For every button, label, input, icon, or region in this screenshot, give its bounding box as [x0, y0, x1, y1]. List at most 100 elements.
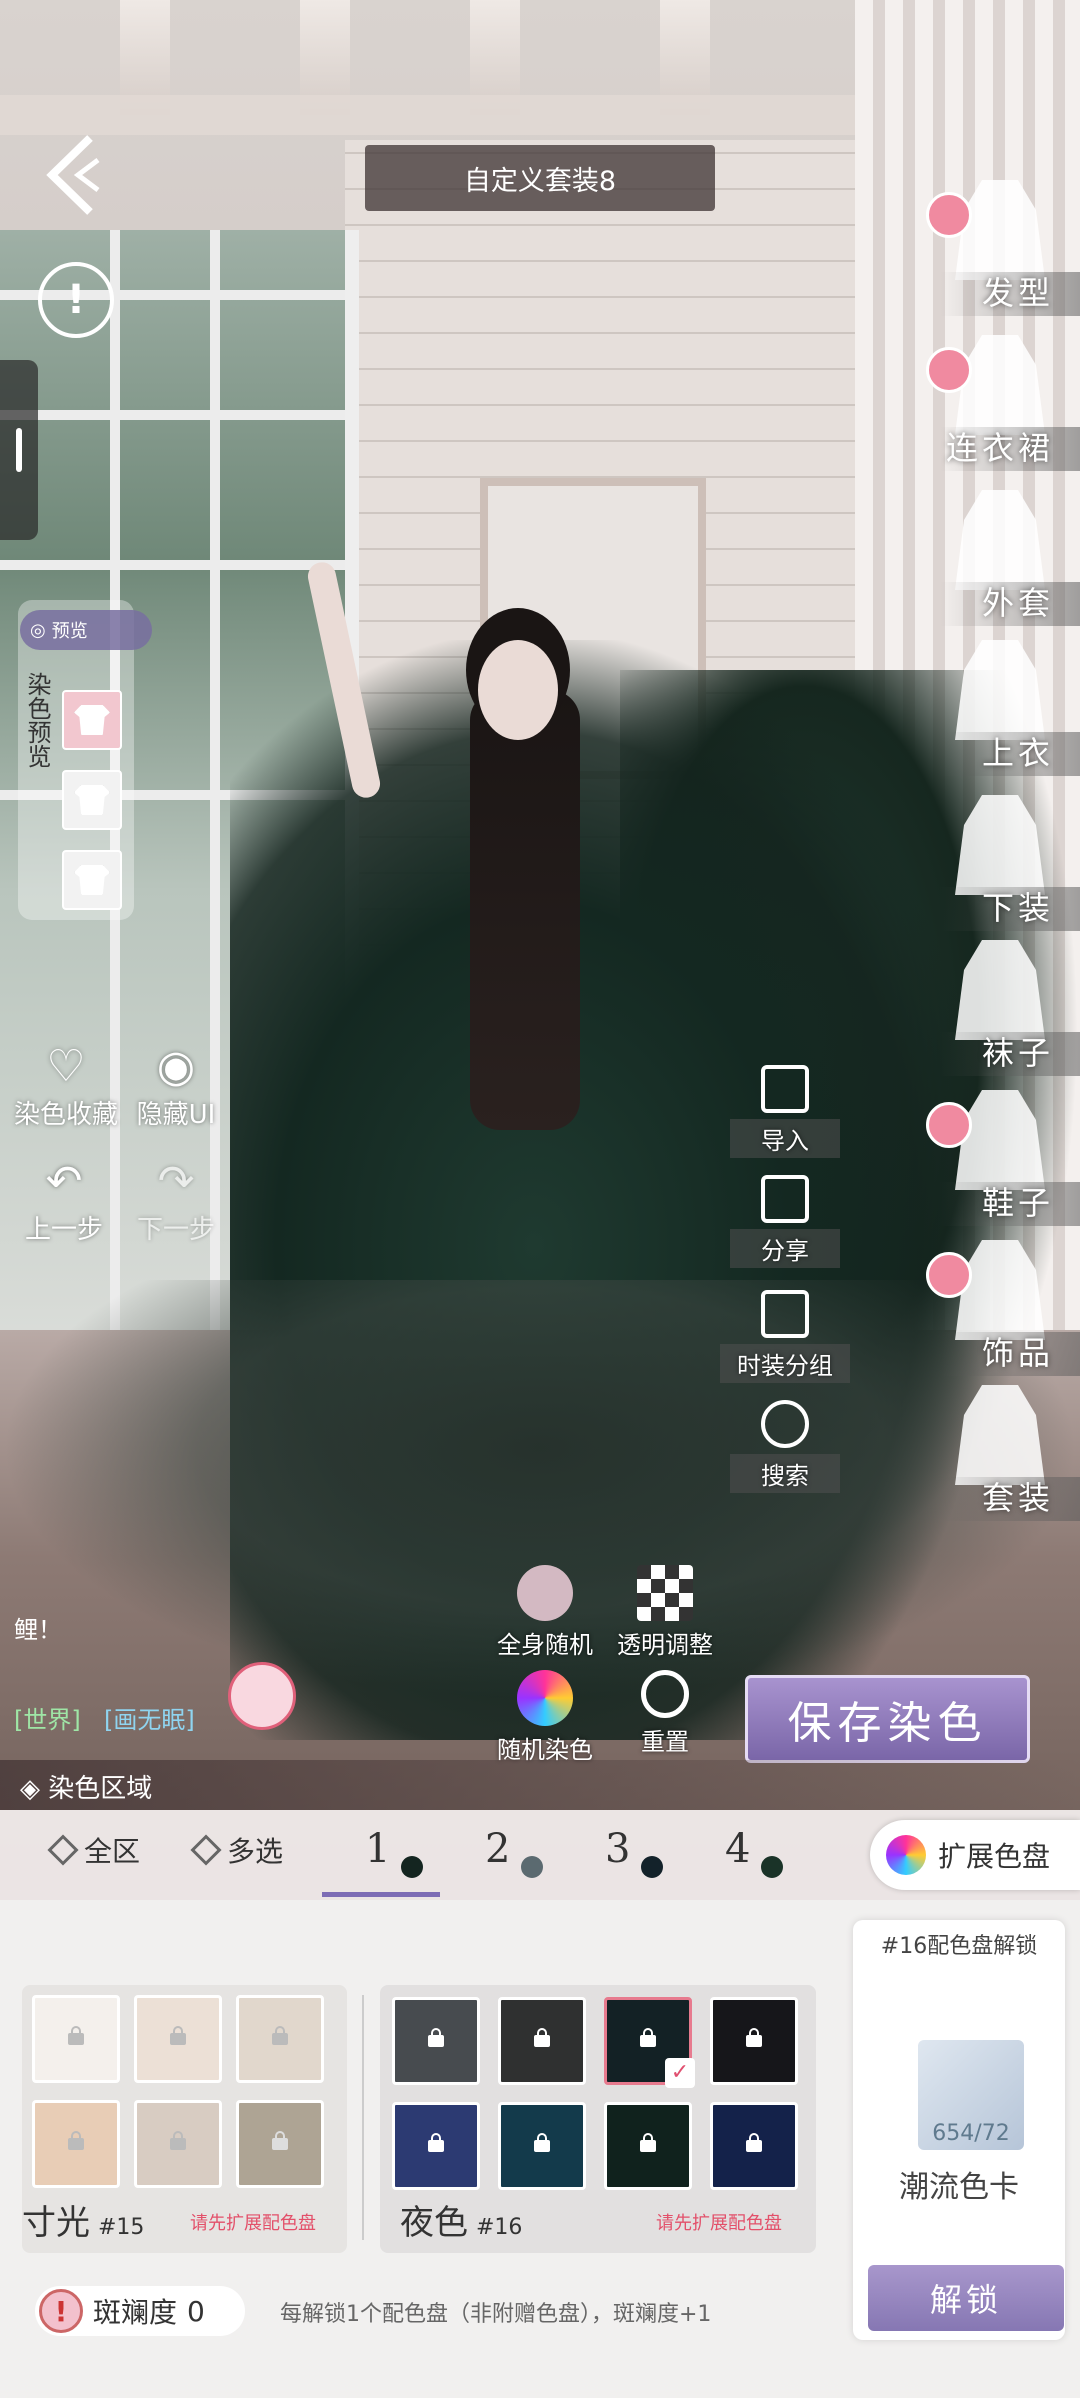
- back-arrow-icon: [46, 135, 100, 215]
- tab-multi-select[interactable]: 多选: [190, 1830, 283, 1870]
- outfit-icon: [955, 1385, 1045, 1485]
- hide-ui-button[interactable]: ◉ 隐藏UI: [106, 1040, 246, 1131]
- color-swatch[interactable]: [498, 1997, 586, 2085]
- category-label: 上衣: [981, 734, 1054, 772]
- color-swatch[interactable]: [710, 1997, 798, 2085]
- socks-icon: [955, 940, 1045, 1040]
- lock-icon: [68, 2131, 84, 2150]
- category-coat[interactable]: 外套: [930, 490, 1080, 630]
- color-swatch-selected[interactable]: ✓: [604, 1997, 695, 2088]
- palette-yese: ✓ 夜色 #16 请先扩展配色盘: [380, 1985, 816, 2253]
- tab-all-area[interactable]: 全区: [47, 1830, 140, 1870]
- lock-icon: [170, 2131, 186, 2150]
- unlock-item-name: 潮流色卡: [899, 2170, 1019, 2205]
- chat-channel[interactable]: [世界]: [14, 1700, 81, 1735]
- tab-area-3[interactable]: 3: [605, 1826, 665, 1882]
- mascot-avatar[interactable]: [228, 1662, 296, 1730]
- character-head: [478, 640, 558, 740]
- import-button[interactable]: 导入: [730, 1065, 840, 1158]
- color-swatch[interactable]: [392, 1997, 480, 2085]
- unlock-card-title: #16配色盘解锁: [880, 1934, 1038, 1959]
- palette-locked-note: 请先扩展配色盘: [190, 2213, 316, 2234]
- category-accessories[interactable]: 饰品: [926, 1240, 1080, 1380]
- color-swatch[interactable]: [32, 2100, 120, 2188]
- share-button[interactable]: 分享: [730, 1175, 840, 1268]
- color-swatch[interactable]: [604, 2102, 692, 2190]
- hair-icon: [955, 180, 1045, 280]
- search-icon: [761, 1400, 809, 1448]
- save-dye-button[interactable]: 保存染色: [745, 1675, 1030, 1763]
- outfit-group-button[interactable]: 时装分组: [720, 1290, 850, 1383]
- diamond-icon: [47, 1834, 79, 1866]
- lock-icon: [68, 2026, 84, 2045]
- area-color-dot: [641, 1856, 663, 1878]
- pin-badge: [926, 347, 972, 393]
- exclamation-icon: !: [66, 277, 86, 323]
- share-icon: [761, 1175, 809, 1223]
- category-outfit[interactable]: 套装: [930, 1385, 1080, 1525]
- dye-slot-2[interactable]: [62, 770, 122, 830]
- category-shoes[interactable]: 鞋子: [926, 1090, 1080, 1230]
- lock-icon: [746, 2133, 762, 2152]
- category-bottom[interactable]: 下装: [930, 795, 1080, 935]
- color-swatch[interactable]: [710, 2102, 798, 2190]
- category-hairstyle[interactable]: 发型: [926, 180, 1080, 320]
- lock-icon: [640, 2133, 656, 2152]
- window-bar: [0, 410, 345, 420]
- tab-area-1[interactable]: 1: [365, 1826, 425, 1882]
- category-label: 饰品: [981, 1334, 1054, 1372]
- chat-user[interactable]: [画无眠]: [104, 1700, 195, 1735]
- checker-icon: [637, 1565, 693, 1621]
- color-swatch[interactable]: [134, 1995, 222, 2083]
- color-swatch[interactable]: [32, 1995, 120, 2083]
- palette-name: 寸光 #15: [22, 2203, 145, 2243]
- color-swatch[interactable]: [392, 2102, 480, 2190]
- dress-icon: [955, 335, 1045, 435]
- preview-button[interactable]: ◎ 预览: [20, 610, 152, 650]
- random-dye-button[interactable]: 随机染色: [480, 1670, 610, 1765]
- color-swatch[interactable]: [236, 2100, 324, 2188]
- color-swatch[interactable]: [236, 1995, 324, 2083]
- unlock-button[interactable]: 解锁: [868, 2265, 1064, 2331]
- mottle-hint: 每解锁1个配色盘（非附赠色盘），斑斓度+1: [280, 2302, 712, 2327]
- palette-icon: [886, 1835, 926, 1875]
- color-swatch[interactable]: [134, 2100, 222, 2188]
- page-title: 自定义套装8: [365, 145, 715, 211]
- item-count: 654/72: [932, 2121, 1010, 2146]
- category-dress[interactable]: 连衣裙: [926, 335, 1080, 475]
- dye-slot-3[interactable]: [62, 850, 122, 910]
- color-card-item-icon[interactable]: 654/72: [918, 2040, 1024, 2150]
- back-button[interactable]: [38, 130, 108, 220]
- expand-palette-button[interactable]: 扩展色盘: [870, 1820, 1080, 1890]
- magnifier-icon: ◎: [30, 619, 46, 641]
- category-top[interactable]: 上衣: [930, 640, 1080, 780]
- color-swatch[interactable]: [498, 2102, 586, 2190]
- dye-slot-1[interactable]: [62, 690, 122, 750]
- reset-button[interactable]: 重置: [600, 1670, 730, 1757]
- tab-area-2[interactable]: 2: [485, 1826, 545, 1882]
- figure-shuffle-icon: [517, 1565, 573, 1621]
- lock-icon: [272, 2131, 288, 2150]
- lock-icon: [640, 2028, 656, 2047]
- palette-name: 夜色 #16: [400, 2203, 523, 2243]
- category-socks[interactable]: 袜子: [930, 940, 1080, 1080]
- category-label: 外套: [981, 584, 1054, 622]
- import-icon: [761, 1065, 809, 1113]
- transparency-button[interactable]: 透明调整: [600, 1565, 730, 1660]
- info-button[interactable]: !: [38, 262, 114, 338]
- redo-arrow-icon: ↷: [157, 1156, 195, 1207]
- character-hair: [470, 690, 580, 1130]
- area-color-dot: [761, 1856, 783, 1878]
- redo-button[interactable]: ↷ 下一步: [106, 1155, 246, 1246]
- mottle-degree-badge[interactable]: ! 斑斓度 0: [35, 2286, 245, 2336]
- search-button[interactable]: 搜索: [730, 1400, 840, 1493]
- pin-badge: [926, 1252, 972, 1298]
- category-label: 鞋子: [981, 1184, 1054, 1222]
- coat-icon: [955, 490, 1045, 590]
- random-all-button[interactable]: 全身随机: [480, 1565, 610, 1660]
- side-drawer-handle[interactable]: [0, 360, 38, 540]
- lock-icon: [170, 2026, 186, 2045]
- tab-area-4[interactable]: 4: [725, 1826, 785, 1882]
- exclamation-icon: !: [39, 2289, 83, 2333]
- active-tab-indicator: [322, 1892, 440, 1897]
